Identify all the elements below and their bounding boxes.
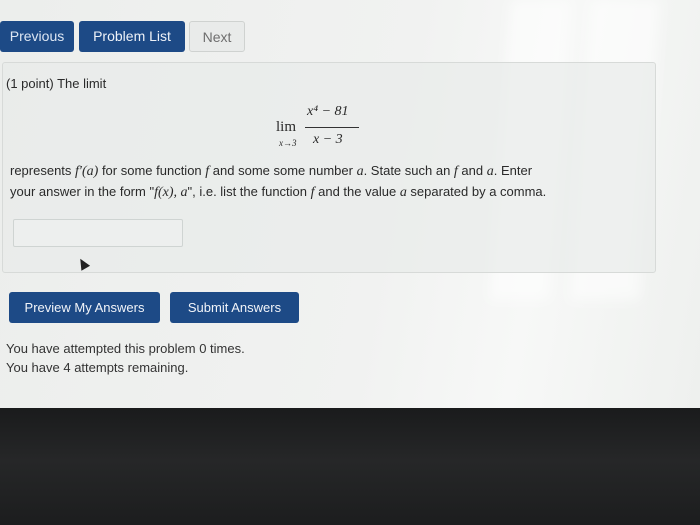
text: and (457, 163, 487, 178)
problem-list-button[interactable]: Problem List (79, 21, 185, 52)
text: represents (10, 163, 76, 178)
math-a: a (356, 164, 364, 179)
math-f-prime-a: f′(a) (75, 164, 99, 179)
attempts-made-text: You have attempted this problem 0 times. (6, 341, 245, 356)
preview-answers-button[interactable]: Preview My Answers (9, 292, 160, 323)
text: your answer in the form " (10, 184, 155, 199)
limit-operator: lim (276, 119, 297, 135)
limit-subscript: x→3 (279, 138, 297, 148)
fraction-numerator: x⁴ − 81 (307, 104, 349, 119)
text: ", i.e. list the function (187, 184, 311, 199)
previous-button[interactable]: Previous (0, 21, 74, 52)
text: for some function (98, 163, 206, 178)
problem-text-line-1: represents f′(a) for some function f and… (10, 163, 532, 180)
math-fx-a: f(x), a (154, 185, 188, 200)
text: and the value (314, 184, 400, 199)
next-button[interactable]: Next (189, 21, 245, 52)
screen-bezel (0, 408, 700, 525)
text: separated by a comma. (406, 184, 547, 199)
text: . Enter (493, 163, 533, 178)
attempts-remaining-text: You have 4 attempts remaining. (6, 360, 189, 375)
submit-answers-button[interactable]: Submit Answers (170, 292, 299, 323)
problem-points: (1 point) The limit (6, 76, 107, 91)
math-a: a (399, 185, 407, 200)
fraction-denominator: x − 3 (313, 132, 343, 147)
text: . State such an (363, 163, 454, 178)
math-a: a (486, 164, 494, 179)
problem-text-line-2: your answer in the form "f(x), a", i.e. … (10, 184, 546, 201)
text: and some some number (209, 163, 357, 178)
answer-input[interactable] (13, 219, 183, 247)
fraction-bar (305, 127, 359, 128)
